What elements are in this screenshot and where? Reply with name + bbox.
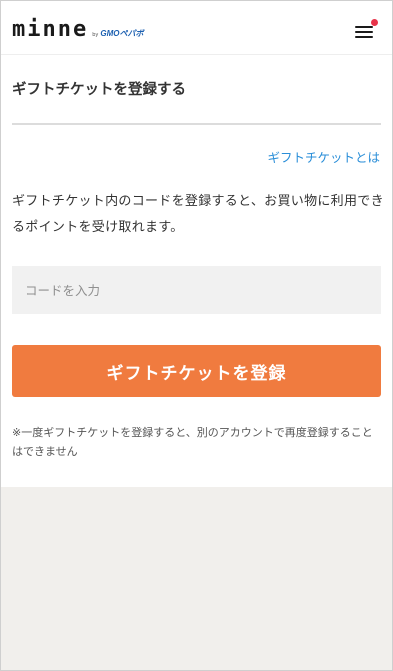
hamburger-menu-icon-bar — [355, 36, 373, 38]
logo-by-text: by — [92, 32, 99, 38]
menu-button[interactable] — [355, 19, 379, 41]
header-divider — [1, 54, 392, 55]
notification-dot-icon — [371, 19, 378, 26]
description-text: ギフトチケット内のコードを登録すると、お買い物に利用できるポイントを受け取れます… — [12, 194, 384, 235]
logo-partner-text: GMOペパボ — [100, 29, 144, 38]
page-title: ギフトチケットを登録する — [12, 82, 186, 98]
logo-wordmark: minne — [12, 17, 89, 42]
header: minne by GMOペパボ — [1, 1, 392, 55]
hamburger-menu-icon — [355, 26, 373, 28]
gift-ticket-about-link[interactable]: ギフトチケットとは — [267, 149, 380, 167]
title-divider — [12, 123, 381, 125]
code-input[interactable] — [12, 266, 381, 314]
hamburger-menu-icon-bar — [355, 31, 373, 33]
register-gift-ticket-button[interactable]: ギフトチケットを登録 — [12, 345, 381, 397]
registration-note: ※一度ギフトチケットを登録すると、別のアカウントで再度登録することはできません — [12, 426, 373, 458]
content-panel: minne by GMOペパボ ギフトチケットを登録する ギフトチケットとは ギ… — [1, 1, 392, 487]
site-logo[interactable]: minne by GMOペパボ — [12, 19, 143, 41]
app-frame: minne by GMOペパボ ギフトチケットを登録する ギフトチケットとは ギ… — [0, 0, 393, 671]
